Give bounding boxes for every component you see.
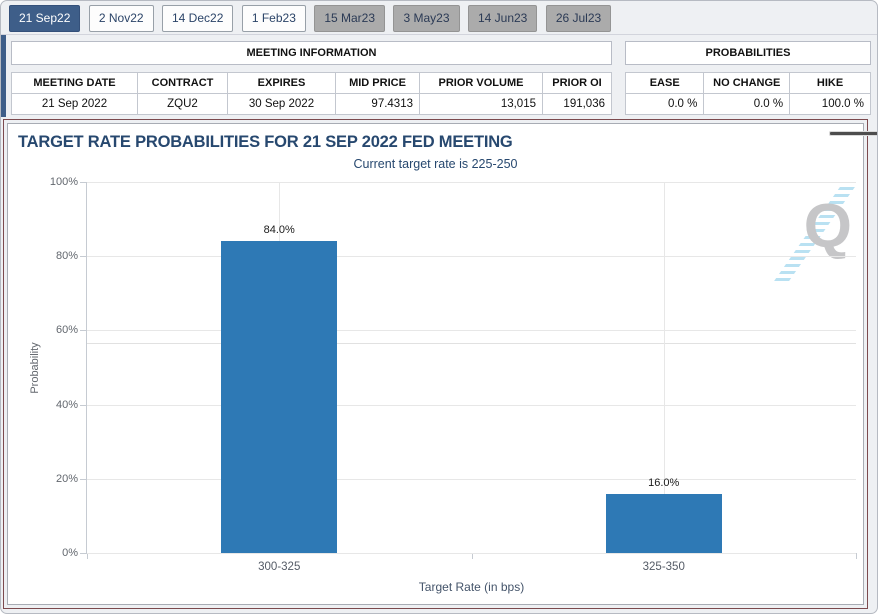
meeting-information-table: MEETING DATE CONTRACT EXPIRES MID PRICE … xyxy=(11,72,612,115)
meeting-date-tabbar: 21 Sep22 2 Nov22 14 Dec22 1 Feb23 15 Mar… xyxy=(1,1,877,34)
col-meeting-date: MEETING DATE xyxy=(12,73,138,94)
tab-21-sep22[interactable]: 21 Sep22 xyxy=(9,5,80,32)
chart-title: TARGET RATE PROBABILITIES FOR 21 SEP 202… xyxy=(18,133,513,152)
hike-value: 100.0 % xyxy=(790,94,871,115)
target-rate-chart-panel: TARGET RATE PROBABILITIES FOR 21 SEP 202… xyxy=(7,123,864,605)
bar-300-325[interactable] xyxy=(221,241,337,553)
tab-15-mar23[interactable]: 15 Mar23 xyxy=(314,5,385,32)
no-change-value: 0.0 % xyxy=(704,94,790,115)
contract-value: ZQU2 xyxy=(138,94,228,115)
col-mid-price: MID PRICE xyxy=(336,73,420,94)
tab-14-dec22[interactable]: 14 Dec22 xyxy=(162,5,233,32)
y-tick-label: 20% xyxy=(56,473,78,485)
bar-value-label: 16.0% xyxy=(606,477,722,489)
quikstrike-q-icon: Q xyxy=(804,196,852,258)
expires-value: 30 Sep 2022 xyxy=(228,94,336,115)
fedwatch-page: 21 Sep22 2 Nov22 14 Dec22 1 Feb23 15 Mar… xyxy=(0,0,878,614)
quikstrike-watermark: Q xyxy=(774,184,852,286)
probabilities-section: PROBABILITIES EASE NO CHANGE HIKE 0.0 % … xyxy=(625,41,871,115)
x-tick-label: 300-325 xyxy=(258,561,300,573)
meeting-date-value: 21 Sep 2022 xyxy=(12,94,138,115)
hamburger-bar xyxy=(830,132,878,135)
y-tick-label: 40% xyxy=(56,399,78,411)
tab-panel-content: MEETING INFORMATION MEETING DATE CONTRAC… xyxy=(1,34,877,609)
table-row: 21 Sep 2022 ZQU2 30 Sep 2022 97.4313 13,… xyxy=(12,94,612,115)
chart-wrapper: TARGET RATE PROBABILITIES FOR 21 SEP 202… xyxy=(3,119,868,609)
meeting-information-section: MEETING INFORMATION MEETING DATE CONTRAC… xyxy=(11,41,612,115)
y-tick-label: 80% xyxy=(56,250,78,262)
col-prior-volume: PRIOR VOLUME xyxy=(420,73,543,94)
col-no-change: NO CHANGE xyxy=(704,73,790,94)
y-tick-label: 60% xyxy=(56,324,78,336)
plot-area: Q 0%20%40%60%80%100% 84.0%16.0% 300-3253… xyxy=(86,182,856,554)
prior-oi-value: 191,036 xyxy=(543,94,612,115)
table-row: 0.0 % 0.0 % 100.0 % xyxy=(626,94,871,115)
probabilities-header: PROBABILITIES xyxy=(625,41,871,65)
col-expires: EXPIRES xyxy=(228,73,336,94)
x-axis-title: Target Rate (in bps) xyxy=(419,580,524,594)
ease-value: 0.0 % xyxy=(626,94,704,115)
bar-325-350[interactable] xyxy=(606,494,722,553)
info-tables-row: MEETING INFORMATION MEETING DATE CONTRAC… xyxy=(1,35,877,117)
col-contract: CONTRACT xyxy=(138,73,228,94)
chart-subtitle: Current target rate is 225-250 xyxy=(8,157,863,171)
probabilities-table: EASE NO CHANGE HIKE 0.0 % 0.0 % 100.0 % xyxy=(625,72,871,115)
tab-3-may23[interactable]: 3 May23 xyxy=(393,5,459,32)
col-hike: HIKE xyxy=(790,73,871,94)
x-tick-label: 325-350 xyxy=(643,561,685,573)
tab-2-nov22[interactable]: 2 Nov22 xyxy=(89,5,154,32)
col-prior-oi: PRIOR OI xyxy=(543,73,612,94)
tab-26-jul23[interactable]: 26 Jul23 xyxy=(546,5,611,32)
prior-volume-value: 13,015 xyxy=(420,94,543,115)
col-ease: EASE xyxy=(626,73,704,94)
y-tick-label: 0% xyxy=(62,547,78,559)
y-axis-title: Probability xyxy=(29,342,41,393)
bar-value-label: 84.0% xyxy=(221,224,337,236)
mid-price-value: 97.4313 xyxy=(336,94,420,115)
tab-14-jun23[interactable]: 14 Jun23 xyxy=(468,5,537,32)
tab-1-feb23[interactable]: 1 Feb23 xyxy=(242,5,306,32)
meeting-information-header: MEETING INFORMATION xyxy=(11,41,612,65)
y-tick-label: 100% xyxy=(50,176,78,188)
